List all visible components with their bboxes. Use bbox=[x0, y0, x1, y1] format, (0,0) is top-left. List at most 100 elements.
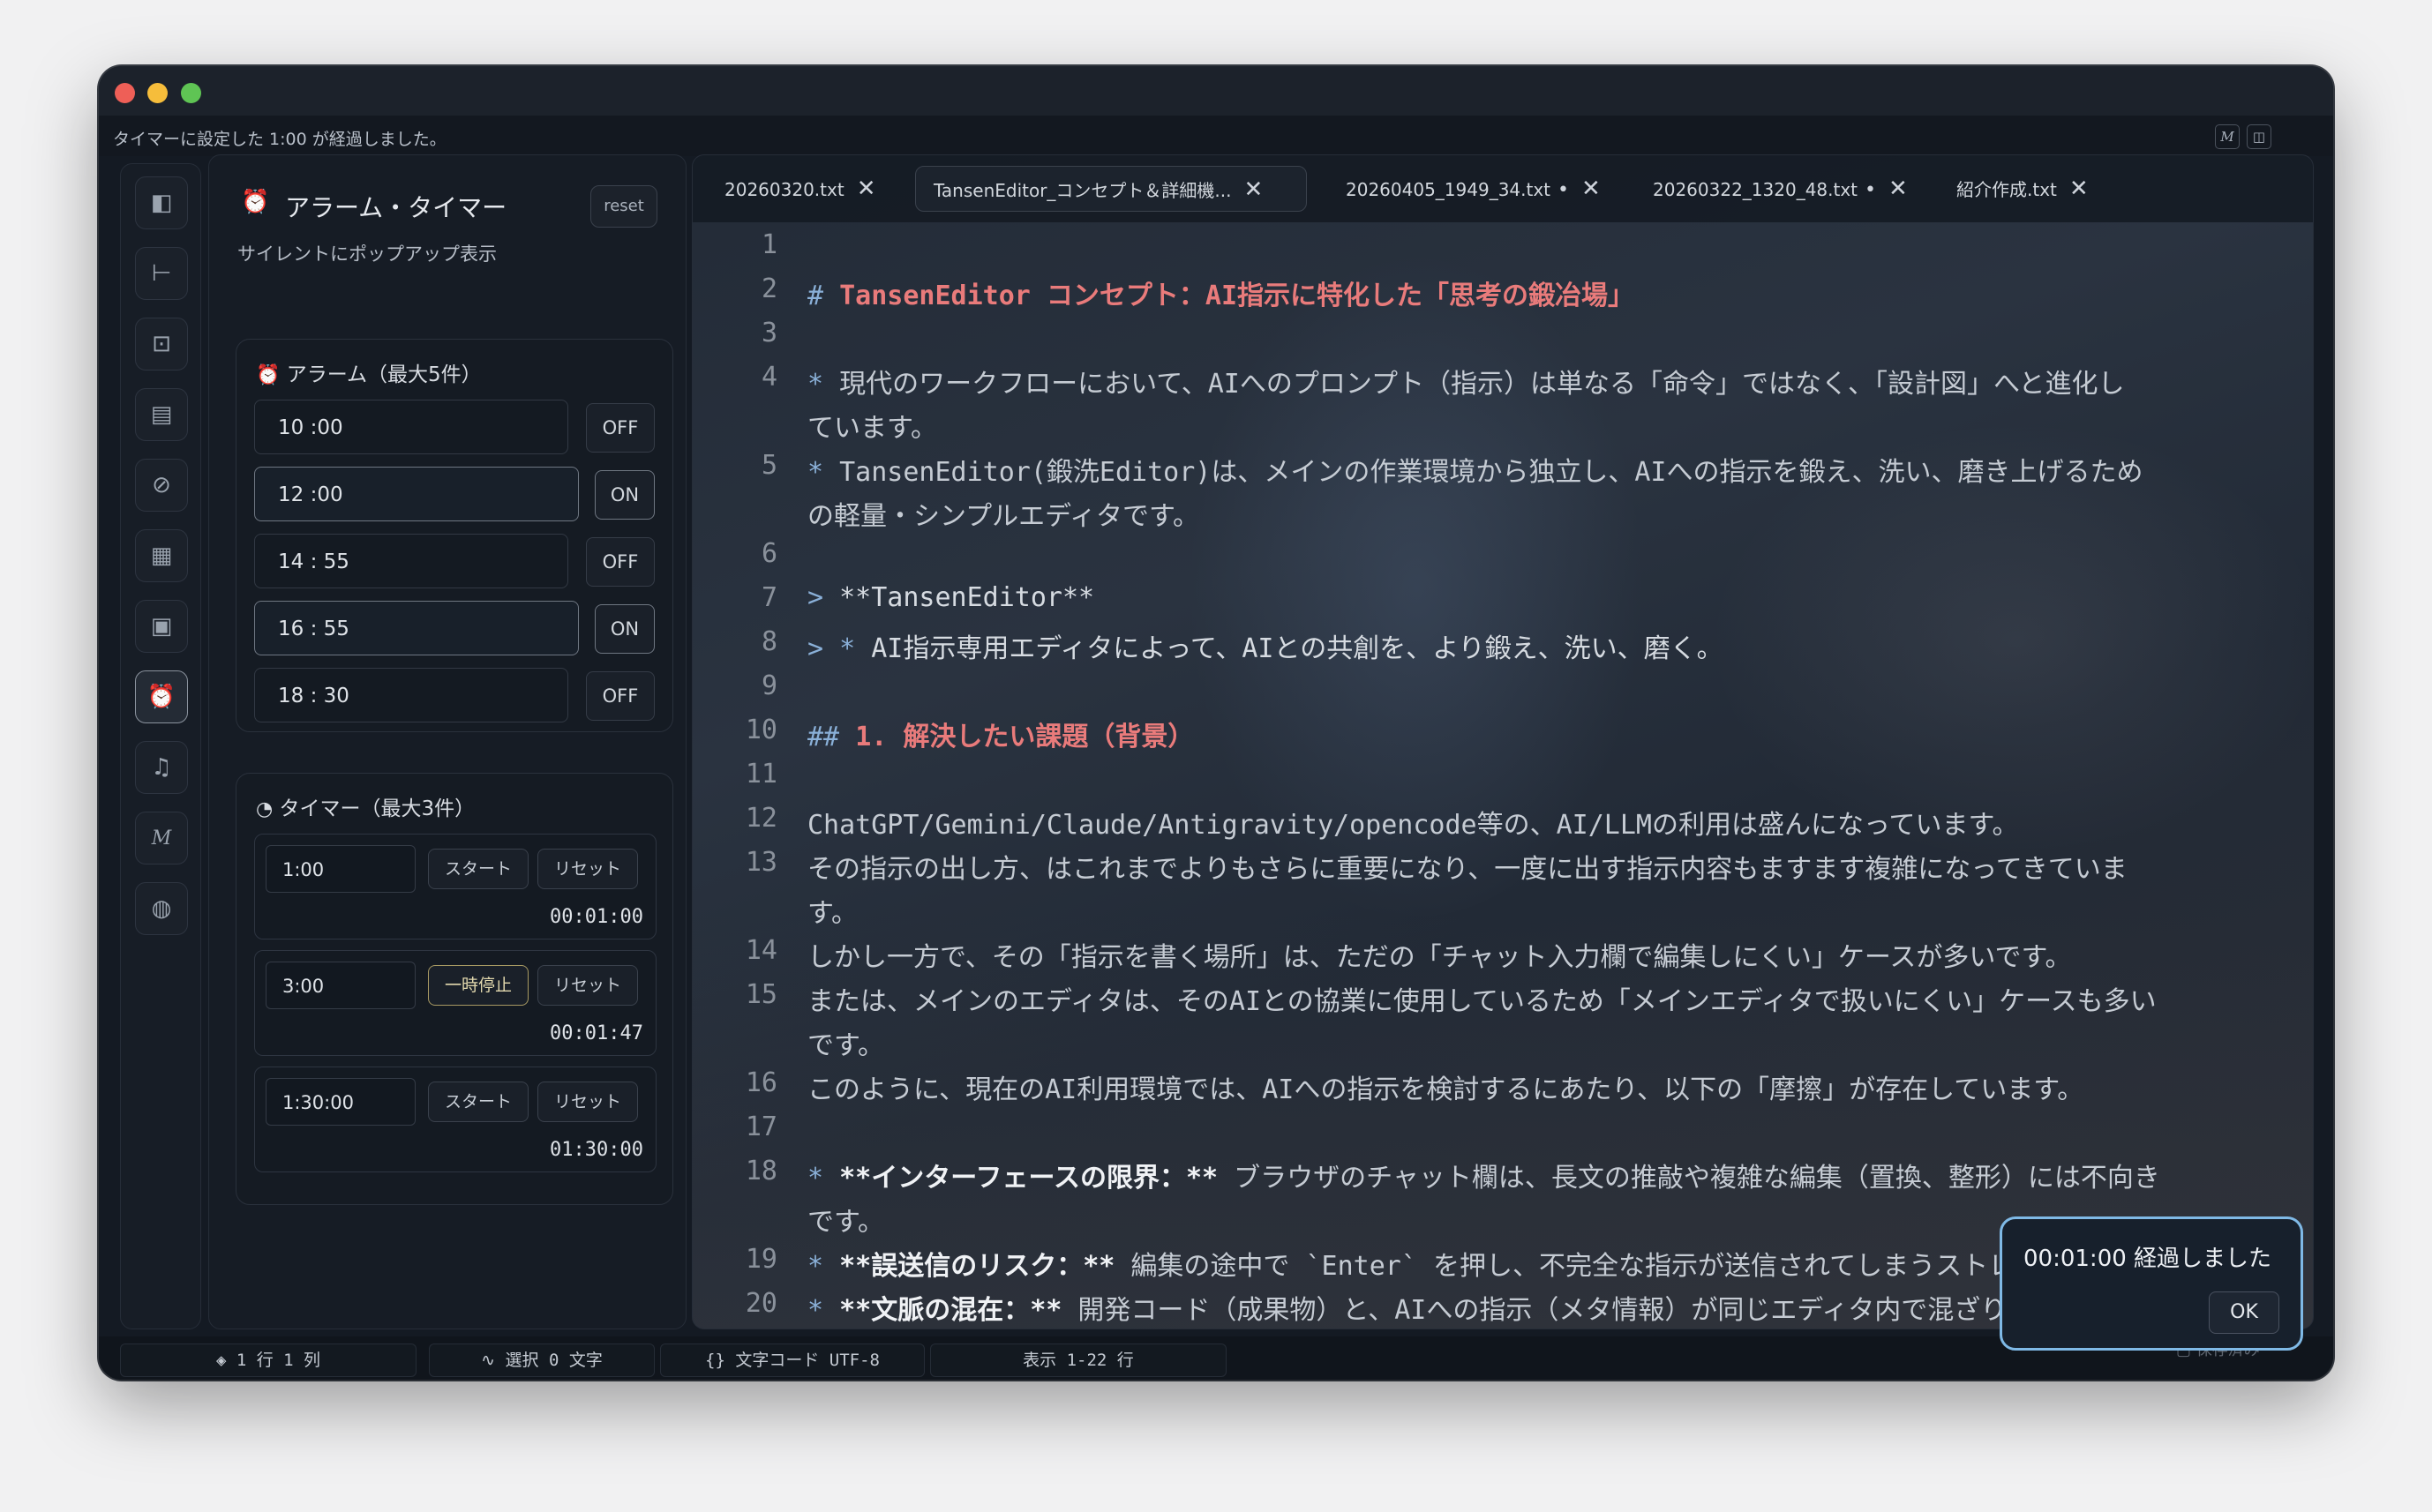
tab-file[interactable]: 紹介作成.txt ✕ bbox=[1956, 166, 2089, 212]
title-bar bbox=[99, 66, 2333, 116]
line-text: 1. 解決したい課題（背景） bbox=[855, 722, 1195, 752]
close-window-button[interactable] bbox=[115, 83, 135, 103]
alarm-toggle-button[interactable]: OFF bbox=[586, 537, 655, 587]
line-number: 10 bbox=[745, 715, 777, 745]
app-window: タイマーに設定した 1:00 が経過しました。 M ◫ ◧ ⊢ ⊡ ▤ ⊘ ▦ … bbox=[99, 66, 2333, 1380]
alarm-toggle-button[interactable]: OFF bbox=[586, 671, 655, 721]
tab-file[interactable]: 20260322_1320_48.txt • ✕ bbox=[1653, 166, 1908, 212]
line-text: その指示の出し方、はこれまでよりもさらに重要になり、一度に出す指示内容もますます… bbox=[807, 854, 2128, 885]
minimize-window-button[interactable] bbox=[147, 83, 168, 103]
status-encoding[interactable]: {} 文字コード UTF-8 bbox=[660, 1344, 925, 1377]
line-text: ChatGPT/Gemini/Claude/Antigravity/openco… bbox=[807, 810, 2019, 841]
editor-line[interactable]: または、メインのエディタは、そのAIとの協業に使用しているため「メインエディタで… bbox=[807, 979, 2157, 1018]
markdown-marker: * bbox=[807, 369, 840, 400]
tab-label: 20260405_1949_34.txt bbox=[1346, 179, 1551, 200]
editor-line[interactable]: * **誤送信のリスク：** 編集の途中で `Enter` を押し、不完全な指示… bbox=[807, 1244, 2068, 1283]
timer-duration-input[interactable]: 1:30:00 bbox=[266, 1078, 416, 1126]
bell-icon[interactable]: ♫ bbox=[135, 741, 188, 794]
timer-section: ◔ タイマー（最大3件） 1:00 スタート リセット 00:01:00 3:0… bbox=[236, 773, 673, 1205]
robot-icon[interactable]: ⊡ bbox=[135, 318, 188, 371]
panel-reset-button[interactable]: reset bbox=[590, 185, 657, 228]
alarm-toggle-button[interactable]: ON bbox=[595, 604, 655, 654]
alarm-toggle-button[interactable]: OFF bbox=[586, 403, 655, 453]
calendar-icon[interactable]: ▣ bbox=[135, 600, 188, 653]
timer-start-button[interactable]: スタート bbox=[428, 1082, 529, 1122]
editor-line[interactable]: です。 bbox=[807, 1200, 884, 1239]
calculator-icon[interactable]: ▦ bbox=[135, 529, 188, 582]
status-selection-text: 選択 0 文字 bbox=[505, 1351, 603, 1370]
maximize-window-button[interactable] bbox=[181, 83, 201, 103]
timer-card: 3:00 一時停止 リセット 00:01:47 bbox=[254, 950, 657, 1056]
globe-icon[interactable]: ◍ bbox=[135, 882, 188, 935]
editor-line[interactable]: す。 bbox=[807, 891, 858, 930]
editor-line[interactable]: > **TansenEditor** bbox=[807, 582, 1094, 613]
tab-file-active[interactable]: TansenEditor_コンセプト＆詳細機... ✕ bbox=[915, 166, 1307, 212]
timer-start-button[interactable]: スタート bbox=[428, 849, 529, 889]
timer-reset-button[interactable]: リセット bbox=[537, 965, 638, 1006]
alarm-time-input[interactable]: 18 : 30 bbox=[254, 668, 568, 722]
status-selection: ∿ 選択 0 文字 bbox=[429, 1344, 655, 1377]
tab-label: 20260320.txt bbox=[724, 179, 844, 200]
timer-duration-input[interactable]: 1:00 bbox=[266, 845, 416, 893]
editor-line[interactable]: * **文脈の混在：** 開発コード（成果物）と、AIへの指示（メタ情報）が同じ… bbox=[807, 1288, 2163, 1327]
line-text: 現代のワークフローにおいて、AIへのプロンプト（指示）は単なる「命令」ではなく、… bbox=[839, 369, 2125, 400]
popup-ok-button[interactable]: OK bbox=[2209, 1291, 2279, 1334]
line-text: の軽量・シンプルエディタです。 bbox=[807, 501, 1199, 532]
alarm-timer-panel: ⏰ アラーム・タイマー サイレントにポップアップ表示 reset ⏰ アラーム（… bbox=[208, 154, 687, 1329]
tab-label: 20260322_1320_48.txt bbox=[1653, 179, 1858, 200]
alarm-clock-icon[interactable]: ⏰ bbox=[135, 670, 188, 723]
close-icon[interactable]: ✕ bbox=[1888, 176, 1908, 202]
editor-area: 20260320.txt ✕ TansenEditor_コンセプト＆詳細機... ✕… bbox=[692, 154, 2314, 1329]
editor-line[interactable]: です。 bbox=[807, 1023, 884, 1062]
editor-line[interactable]: ## 1. 解決したい課題（背景） bbox=[807, 715, 1194, 753]
timer-reset-button[interactable]: リセット bbox=[537, 849, 638, 889]
line-text: **TansenEditor** bbox=[839, 582, 1095, 613]
markdown-toggle-button[interactable]: M bbox=[2215, 124, 2240, 149]
editor-line[interactable]: # TansenEditor コンセプト：AI指示に特化した「思考の鍛冶場」 bbox=[807, 273, 1634, 312]
line-number: 7 bbox=[761, 582, 777, 613]
alarm-time-input[interactable]: 14 : 55 bbox=[254, 534, 568, 588]
editor-line[interactable]: * TansenEditor(鍛洗Editor)は、メインの作業環境から独立し、… bbox=[807, 450, 2143, 489]
editor-line[interactable]: * **インターフェースの限界：** ブラウザのチャット欄は、長文の推敲や複雑な… bbox=[807, 1156, 2160, 1194]
close-icon[interactable]: ✕ bbox=[1244, 176, 1264, 203]
editor-line[interactable]: その指示の出し方、はこれまでよりもさらに重要になり、一度に出す指示内容もますます… bbox=[807, 847, 2128, 886]
timer-reset-button[interactable]: リセット bbox=[537, 1082, 638, 1122]
line-number: 4 bbox=[761, 362, 777, 393]
document-icon[interactable]: ▤ bbox=[135, 388, 188, 441]
editor-line[interactable]: このように、現在のAI利用環境では、AIへの指示を検討するにあたり、以下の「摩擦… bbox=[807, 1067, 2083, 1106]
markdown-icon[interactable]: M bbox=[135, 812, 188, 865]
close-icon[interactable]: ✕ bbox=[857, 176, 876, 202]
editor-line[interactable]: の軽量・シンプルエディタです。 bbox=[807, 494, 1199, 533]
line-text: AI指示専用エディタによって、AIとの共創を、より鍛え、洗い、磨く。 bbox=[871, 633, 1723, 664]
editor-line[interactable]: ChatGPT/Gemini/Claude/Antigravity/openco… bbox=[807, 803, 2018, 842]
alarm-toggle-button[interactable]: ON bbox=[595, 470, 655, 520]
line-number: 19 bbox=[745, 1244, 777, 1275]
alarm-time-input[interactable]: 16 : 55 bbox=[254, 601, 579, 655]
close-icon[interactable]: ✕ bbox=[2069, 176, 2089, 202]
timer-pause-button[interactable]: 一時停止 bbox=[428, 965, 529, 1006]
line-text: ブラウザのチャット欄は、長文の推敲や複雑な編集（置換、整形）には不向き bbox=[1218, 1163, 2160, 1194]
panel-title-text: アラーム・タイマー bbox=[285, 193, 507, 222]
notification-bar: タイマーに設定した 1:00 が経過しました。 M ◫ bbox=[99, 116, 2333, 156]
timer-elapsed-popup: 00:01:00 経過しました OK bbox=[2000, 1216, 2303, 1351]
tab-file[interactable]: 20260320.txt ✕ bbox=[724, 166, 875, 212]
editor-line[interactable]: * 現代のワークフローにおいて、AIへのプロンプト（指示）は単なる「命令」ではな… bbox=[807, 362, 2124, 400]
editor-line[interactable]: ています。 bbox=[807, 406, 937, 445]
editor-line[interactable]: しかし一方で、その「指示を書く場所」は、ただの「チャット入力欄で編集しにくい」ケ… bbox=[807, 935, 2072, 974]
timer-section-title: ◔ タイマー（最大3件） bbox=[256, 791, 475, 821]
editor-line[interactable]: > * AI指示専用エディタによって、AIとの共創を、より鍛え、洗い、磨く。 bbox=[807, 626, 1723, 665]
tab-file[interactable]: 20260405_1949_34.txt • ✕ bbox=[1346, 166, 1601, 212]
paperclip-icon[interactable]: ⊘ bbox=[135, 459, 188, 512]
alarm-time-input[interactable]: 10 :00 bbox=[254, 400, 568, 454]
markdown-marker: * bbox=[807, 457, 840, 488]
tree-icon[interactable]: ⊢ bbox=[135, 247, 188, 300]
alarm-time-input[interactable]: 12 :00 bbox=[254, 467, 579, 521]
panel-title: ⏰ アラーム・タイマー bbox=[241, 189, 507, 224]
popup-message: 00:01:00 経過しました bbox=[2023, 1246, 2272, 1272]
close-icon[interactable]: ✕ bbox=[1581, 176, 1601, 202]
sidebar-toggle-icon[interactable]: ◧ bbox=[135, 176, 188, 229]
line-text: TansenEditor(鍛洗Editor)は、メインの作業環境から独立し、AI… bbox=[839, 457, 2143, 488]
layout-toggle-button[interactable]: ◫ bbox=[2247, 124, 2271, 149]
timer-duration-input[interactable]: 3:00 bbox=[266, 962, 416, 1009]
bold-text: **文脈の混在：** bbox=[839, 1295, 1062, 1326]
